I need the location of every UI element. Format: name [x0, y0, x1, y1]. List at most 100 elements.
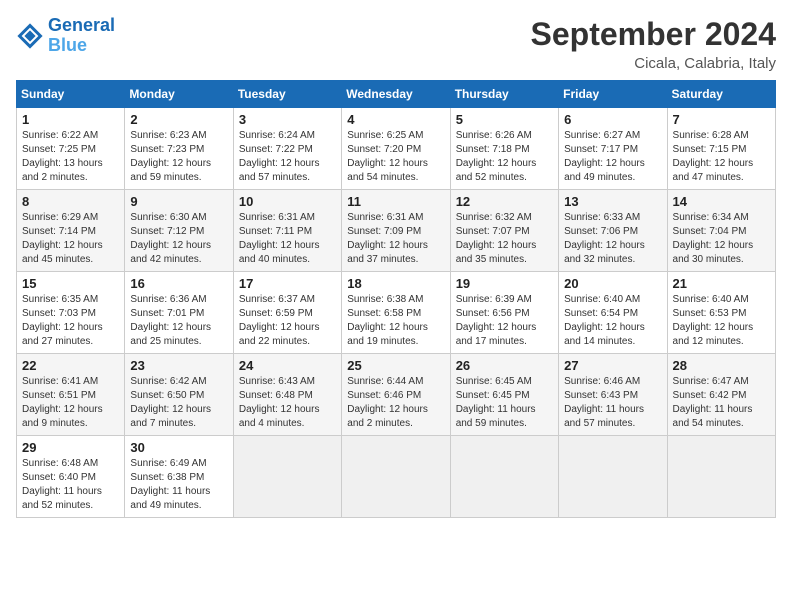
day-number: 13: [564, 194, 661, 209]
month-title: September 2024: [531, 16, 776, 53]
weekday-header-tuesday: Tuesday: [233, 81, 341, 108]
day-number: 21: [673, 276, 770, 291]
calendar-day-6: 6 Sunrise: 6:27 AM Sunset: 7:17 PM Daylig…: [559, 108, 667, 190]
calendar-day-20: 20 Sunrise: 6:40 AM Sunset: 6:54 PM Dayli…: [559, 272, 667, 354]
day-number: 8: [22, 194, 119, 209]
weekday-header-monday: Monday: [125, 81, 233, 108]
location-subtitle: Cicala, Calabria, Italy: [531, 55, 776, 72]
calendar-day-13: 13 Sunrise: 6:33 AM Sunset: 7:06 PM Dayli…: [559, 190, 667, 272]
day-detail: Sunrise: 6:30 AM Sunset: 7:12 PM Dayligh…: [130, 211, 227, 267]
empty-cell: [667, 436, 775, 518]
day-detail: Sunrise: 6:38 AM Sunset: 6:58 PM Dayligh…: [347, 293, 444, 349]
day-number: 19: [456, 276, 553, 291]
day-number: 29: [22, 440, 119, 455]
day-detail: Sunrise: 6:27 AM Sunset: 7:17 PM Dayligh…: [564, 129, 661, 185]
calendar-day-23: 23 Sunrise: 6:42 AM Sunset: 6:50 PM Dayli…: [125, 354, 233, 436]
calendar-day-22: 22 Sunrise: 6:41 AM Sunset: 6:51 PM Dayli…: [17, 354, 125, 436]
day-detail: Sunrise: 6:31 AM Sunset: 7:11 PM Dayligh…: [239, 211, 336, 267]
calendar-day-8: 8 Sunrise: 6:29 AM Sunset: 7:14 PM Daylig…: [17, 190, 125, 272]
weekday-header-thursday: Thursday: [450, 81, 558, 108]
calendar-day-11: 11 Sunrise: 6:31 AM Sunset: 7:09 PM Dayli…: [342, 190, 450, 272]
calendar-day-16: 16 Sunrise: 6:36 AM Sunset: 7:01 PM Dayli…: [125, 272, 233, 354]
day-detail: Sunrise: 6:41 AM Sunset: 6:51 PM Dayligh…: [22, 375, 119, 431]
day-number: 15: [22, 276, 119, 291]
calendar-day-15: 15 Sunrise: 6:35 AM Sunset: 7:03 PM Dayli…: [17, 272, 125, 354]
day-detail: Sunrise: 6:23 AM Sunset: 7:23 PM Dayligh…: [130, 129, 227, 185]
day-number: 11: [347, 194, 444, 209]
day-number: 16: [130, 276, 227, 291]
day-number: 17: [239, 276, 336, 291]
day-detail: Sunrise: 6:48 AM Sunset: 6:40 PM Dayligh…: [22, 457, 119, 513]
empty-cell: [450, 436, 558, 518]
day-detail: Sunrise: 6:29 AM Sunset: 7:14 PM Dayligh…: [22, 211, 119, 267]
day-number: 28: [673, 358, 770, 373]
logo: General Blue: [16, 16, 115, 56]
day-detail: Sunrise: 6:37 AM Sunset: 6:59 PM Dayligh…: [239, 293, 336, 349]
calendar-day-28: 28 Sunrise: 6:47 AM Sunset: 6:42 PM Dayli…: [667, 354, 775, 436]
calendar-day-24: 24 Sunrise: 6:43 AM Sunset: 6:48 PM Dayli…: [233, 354, 341, 436]
day-detail: Sunrise: 6:22 AM Sunset: 7:25 PM Dayligh…: [22, 129, 119, 185]
calendar-day-10: 10 Sunrise: 6:31 AM Sunset: 7:11 PM Dayli…: [233, 190, 341, 272]
day-number: 12: [456, 194, 553, 209]
weekday-header-friday: Friday: [559, 81, 667, 108]
day-detail: Sunrise: 6:33 AM Sunset: 7:06 PM Dayligh…: [564, 211, 661, 267]
day-number: 3: [239, 112, 336, 127]
logo-icon: [16, 22, 44, 50]
day-detail: Sunrise: 6:34 AM Sunset: 7:04 PM Dayligh…: [673, 211, 770, 267]
calendar-day-12: 12 Sunrise: 6:32 AM Sunset: 7:07 PM Dayli…: [450, 190, 558, 272]
calendar-day-4: 4 Sunrise: 6:25 AM Sunset: 7:20 PM Daylig…: [342, 108, 450, 190]
day-detail: Sunrise: 6:46 AM Sunset: 6:43 PM Dayligh…: [564, 375, 661, 431]
day-number: 10: [239, 194, 336, 209]
calendar-day-18: 18 Sunrise: 6:38 AM Sunset: 6:58 PM Dayli…: [342, 272, 450, 354]
empty-cell: [342, 436, 450, 518]
day-detail: Sunrise: 6:36 AM Sunset: 7:01 PM Dayligh…: [130, 293, 227, 349]
day-detail: Sunrise: 6:35 AM Sunset: 7:03 PM Dayligh…: [22, 293, 119, 349]
weekday-header-wednesday: Wednesday: [342, 81, 450, 108]
day-number: 23: [130, 358, 227, 373]
empty-cell: [233, 436, 341, 518]
day-number: 25: [347, 358, 444, 373]
day-number: 20: [564, 276, 661, 291]
day-number: 26: [456, 358, 553, 373]
day-number: 1: [22, 112, 119, 127]
day-number: 4: [347, 112, 444, 127]
day-detail: Sunrise: 6:24 AM Sunset: 7:22 PM Dayligh…: [239, 129, 336, 185]
calendar-table: SundayMondayTuesdayWednesdayThursdayFrid…: [16, 80, 776, 518]
day-detail: Sunrise: 6:45 AM Sunset: 6:45 PM Dayligh…: [456, 375, 553, 431]
day-number: 18: [347, 276, 444, 291]
day-detail: Sunrise: 6:39 AM Sunset: 6:56 PM Dayligh…: [456, 293, 553, 349]
day-detail: Sunrise: 6:43 AM Sunset: 6:48 PM Dayligh…: [239, 375, 336, 431]
day-number: 5: [456, 112, 553, 127]
day-detail: Sunrise: 6:32 AM Sunset: 7:07 PM Dayligh…: [456, 211, 553, 267]
day-number: 27: [564, 358, 661, 373]
day-detail: Sunrise: 6:42 AM Sunset: 6:50 PM Dayligh…: [130, 375, 227, 431]
calendar-day-29: 29 Sunrise: 6:48 AM Sunset: 6:40 PM Dayli…: [17, 436, 125, 518]
calendar-day-1: 1 Sunrise: 6:22 AM Sunset: 7:25 PM Daylig…: [17, 108, 125, 190]
day-number: 22: [22, 358, 119, 373]
day-detail: Sunrise: 6:31 AM Sunset: 7:09 PM Dayligh…: [347, 211, 444, 267]
day-detail: Sunrise: 6:40 AM Sunset: 6:54 PM Dayligh…: [564, 293, 661, 349]
day-number: 6: [564, 112, 661, 127]
empty-cell: [559, 436, 667, 518]
day-number: 24: [239, 358, 336, 373]
calendar-day-9: 9 Sunrise: 6:30 AM Sunset: 7:12 PM Daylig…: [125, 190, 233, 272]
day-detail: Sunrise: 6:44 AM Sunset: 6:46 PM Dayligh…: [347, 375, 444, 431]
calendar-day-25: 25 Sunrise: 6:44 AM Sunset: 6:46 PM Dayli…: [342, 354, 450, 436]
title-block: September 2024 Cicala, Calabria, Italy: [531, 16, 776, 72]
calendar-day-5: 5 Sunrise: 6:26 AM Sunset: 7:18 PM Daylig…: [450, 108, 558, 190]
day-detail: Sunrise: 6:26 AM Sunset: 7:18 PM Dayligh…: [456, 129, 553, 185]
day-detail: Sunrise: 6:28 AM Sunset: 7:15 PM Dayligh…: [673, 129, 770, 185]
page-header: General Blue September 2024 Cicala, Cala…: [16, 16, 776, 72]
day-detail: Sunrise: 6:25 AM Sunset: 7:20 PM Dayligh…: [347, 129, 444, 185]
calendar-day-27: 27 Sunrise: 6:46 AM Sunset: 6:43 PM Dayli…: [559, 354, 667, 436]
calendar-day-2: 2Sunrise: 6:23 AM Sunset: 7:23 PM Daylig…: [125, 108, 233, 190]
calendar-day-17: 17 Sunrise: 6:37 AM Sunset: 6:59 PM Dayli…: [233, 272, 341, 354]
calendar-day-3: 3 Sunrise: 6:24 AM Sunset: 7:22 PM Daylig…: [233, 108, 341, 190]
day-number: 9: [130, 194, 227, 209]
calendar-day-14: 14Sunrise: 6:34 AM Sunset: 7:04 PM Dayli…: [667, 190, 775, 272]
day-detail: Sunrise: 6:47 AM Sunset: 6:42 PM Dayligh…: [673, 375, 770, 431]
day-detail: Sunrise: 6:40 AM Sunset: 6:53 PM Dayligh…: [673, 293, 770, 349]
day-number: 7: [673, 112, 770, 127]
calendar-day-7: 7 Sunrise: 6:28 AM Sunset: 7:15 PM Daylig…: [667, 108, 775, 190]
calendar-day-26: 26 Sunrise: 6:45 AM Sunset: 6:45 PM Dayli…: [450, 354, 558, 436]
